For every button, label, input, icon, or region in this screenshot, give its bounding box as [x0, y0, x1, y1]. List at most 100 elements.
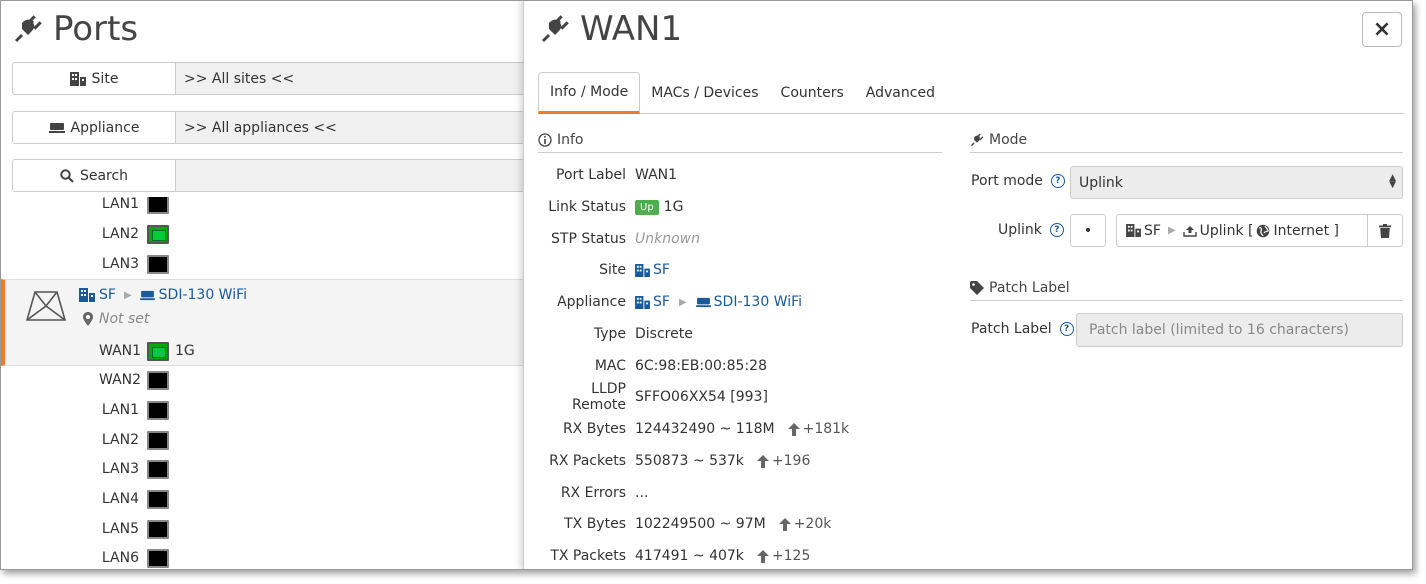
info-value: 417491 ~ 407k +125: [635, 548, 810, 564]
port-row[interactable]: LAN2: [1, 425, 523, 455]
counter-delta-text: +181k: [802, 421, 850, 437]
port-row[interactable]: WAN2: [1, 365, 523, 395]
port-jack-icon: [147, 197, 169, 214]
info-row-rx-bytes: RX Bytes 124432490 ~ 118M +181k: [538, 418, 938, 440]
appliance-filter: Appliance >> All appliances <<: [12, 111, 532, 144]
info-row-mac: MAC 6C:98:EB:00:85:28: [538, 355, 938, 377]
tab-macs-devices[interactable]: MACs / Devices: [640, 72, 769, 113]
appliance-site-link[interactable]: SF: [99, 287, 116, 303]
appliance-site-link[interactable]: SF: [635, 294, 670, 310]
counter-delta: +20k: [778, 516, 831, 532]
port-row[interactable]: LAN3: [1, 454, 523, 484]
site-link[interactable]: SF: [635, 262, 670, 278]
appliance-icon: [48, 122, 65, 133]
port-row[interactable]: LAN3: [1, 249, 523, 279]
plug-icon: [970, 133, 984, 146]
appliance-link[interactable]: SDI-130 WiFi: [695, 294, 802, 310]
port-jack-icon: [147, 400, 169, 420]
port-row-selected[interactable]: WAN1 1G: [1, 336, 523, 366]
appliance-icon: [139, 290, 155, 300]
appliance-icon: [695, 297, 711, 307]
port-name: LAN3: [101, 461, 139, 477]
port-detail-panel: WAN1 × Info / Mode MACs / Devices Counte…: [523, 1, 1412, 569]
help-icon[interactable]: ?: [1050, 174, 1065, 188]
port-jack-icon: [147, 489, 169, 509]
info-value: 102249500 ~ 97M +20k: [635, 516, 831, 532]
info-value: SF: [635, 262, 670, 278]
counter-delta-text: +125: [771, 548, 811, 564]
appliance-site-text: SF: [653, 294, 670, 310]
port-row[interactable]: LAN6: [1, 543, 523, 569]
patch-label-input[interactable]: [1076, 313, 1403, 347]
appliance-location-text: Not set: [99, 311, 150, 327]
info-value: Unknown: [635, 231, 700, 247]
trash-icon: [1379, 223, 1391, 238]
tab-counters[interactable]: Counters: [770, 72, 855, 113]
info-row-tx-bytes: TX Bytes 102249500 ~ 97M +20k: [538, 513, 938, 535]
building-icon: [69, 71, 86, 86]
info-label: MAC: [594, 358, 626, 374]
port-row[interactable]: LAN5: [1, 514, 523, 544]
port-mode-select[interactable]: Uplink ▲ ▼: [1070, 166, 1403, 199]
uplink-field[interactable]: SF ▶ Uplink [ Internet ]: [1116, 214, 1368, 247]
info-label: Site: [599, 262, 626, 278]
tab-info-mode[interactable]: Info / Mode: [538, 72, 641, 114]
building-icon: [635, 295, 650, 309]
site-filter-select[interactable]: >> All sites <<: [176, 62, 532, 95]
port-row[interactable]: LAN1: [1, 197, 523, 219]
uplink-dot-button[interactable]: •: [1070, 214, 1106, 247]
appliance-item[interactable]: SF ▶ SDI-130 WiFi Not set WAN1 1G: [1, 279, 523, 366]
port-jack-icon: [147, 370, 169, 390]
port-row[interactable]: LAN1: [1, 395, 523, 425]
site-link-text: SF: [653, 262, 670, 278]
uplink-label-text: Uplink: [998, 222, 1042, 238]
port-name: LAN4: [101, 491, 139, 507]
tab-advanced[interactable]: Advanced: [855, 72, 946, 113]
appliance-filter-select[interactable]: >> All appliances <<: [176, 111, 532, 144]
search-button[interactable]: Search: [12, 159, 176, 192]
building-icon: [635, 263, 650, 277]
appliance-name-link[interactable]: SDI-130 WiFi: [159, 287, 247, 303]
port-speed: 1G: [175, 343, 195, 359]
app-window: Ports Site >> All sites << Appliance >> …: [0, 0, 1413, 570]
mode-section-header: Mode: [970, 127, 1403, 153]
close-button[interactable]: ×: [1362, 12, 1402, 47]
wifi-appliance-icon: [25, 291, 67, 321]
arrow-up-icon: [756, 454, 769, 468]
info-label: LLDP Remote: [571, 381, 626, 413]
port-name: LAN1: [101, 197, 139, 212]
uplink-network: Internet ]: [1273, 222, 1339, 239]
port-row[interactable]: LAN2: [1, 219, 523, 249]
port-jack-icon: [147, 341, 169, 361]
info-value: ...: [635, 485, 649, 501]
site-filter-button[interactable]: Site: [12, 62, 176, 95]
help-icon[interactable]: ?: [1059, 322, 1074, 336]
info-section-title: Info: [557, 131, 584, 148]
port-row[interactable]: LAN4: [1, 484, 523, 514]
info-row-type: Type Discrete: [538, 323, 938, 345]
port-name: LAN1: [101, 402, 139, 418]
info-label: Appliance: [557, 294, 626, 310]
info-value: Discrete: [635, 326, 693, 342]
appliance-location: Not set: [83, 311, 149, 327]
appliance-filter-label: Appliance: [70, 119, 140, 136]
help-icon[interactable]: ?: [1049, 223, 1064, 237]
counter-value: 102249500 ~ 97M: [635, 516, 766, 532]
plug-icon: [542, 15, 569, 42]
info-value: 550873 ~ 537k +196: [635, 453, 810, 469]
close-icon: ×: [1372, 17, 1392, 42]
appliance-filter-button[interactable]: Appliance: [12, 111, 176, 144]
site-filter: Site >> All sites <<: [12, 62, 532, 95]
delete-uplink-button[interactable]: [1367, 214, 1403, 247]
search-input[interactable]: [176, 159, 532, 192]
port-name: WAN2: [99, 372, 142, 388]
info-label: Link Status: [548, 199, 626, 215]
port-list: LAN1 LAN2 LAN3 SF ▶ SDI-130 WiFi Not set…: [1, 197, 523, 569]
chevron-right-icon: ▶: [1167, 225, 1176, 236]
counter-delta: +181k: [787, 421, 850, 437]
map-pin-icon: [83, 312, 93, 326]
info-label: Type: [593, 326, 626, 342]
port-jack-icon: [147, 519, 169, 539]
arrow-up-icon: [787, 422, 800, 436]
page-title: Ports: [13, 7, 138, 51]
